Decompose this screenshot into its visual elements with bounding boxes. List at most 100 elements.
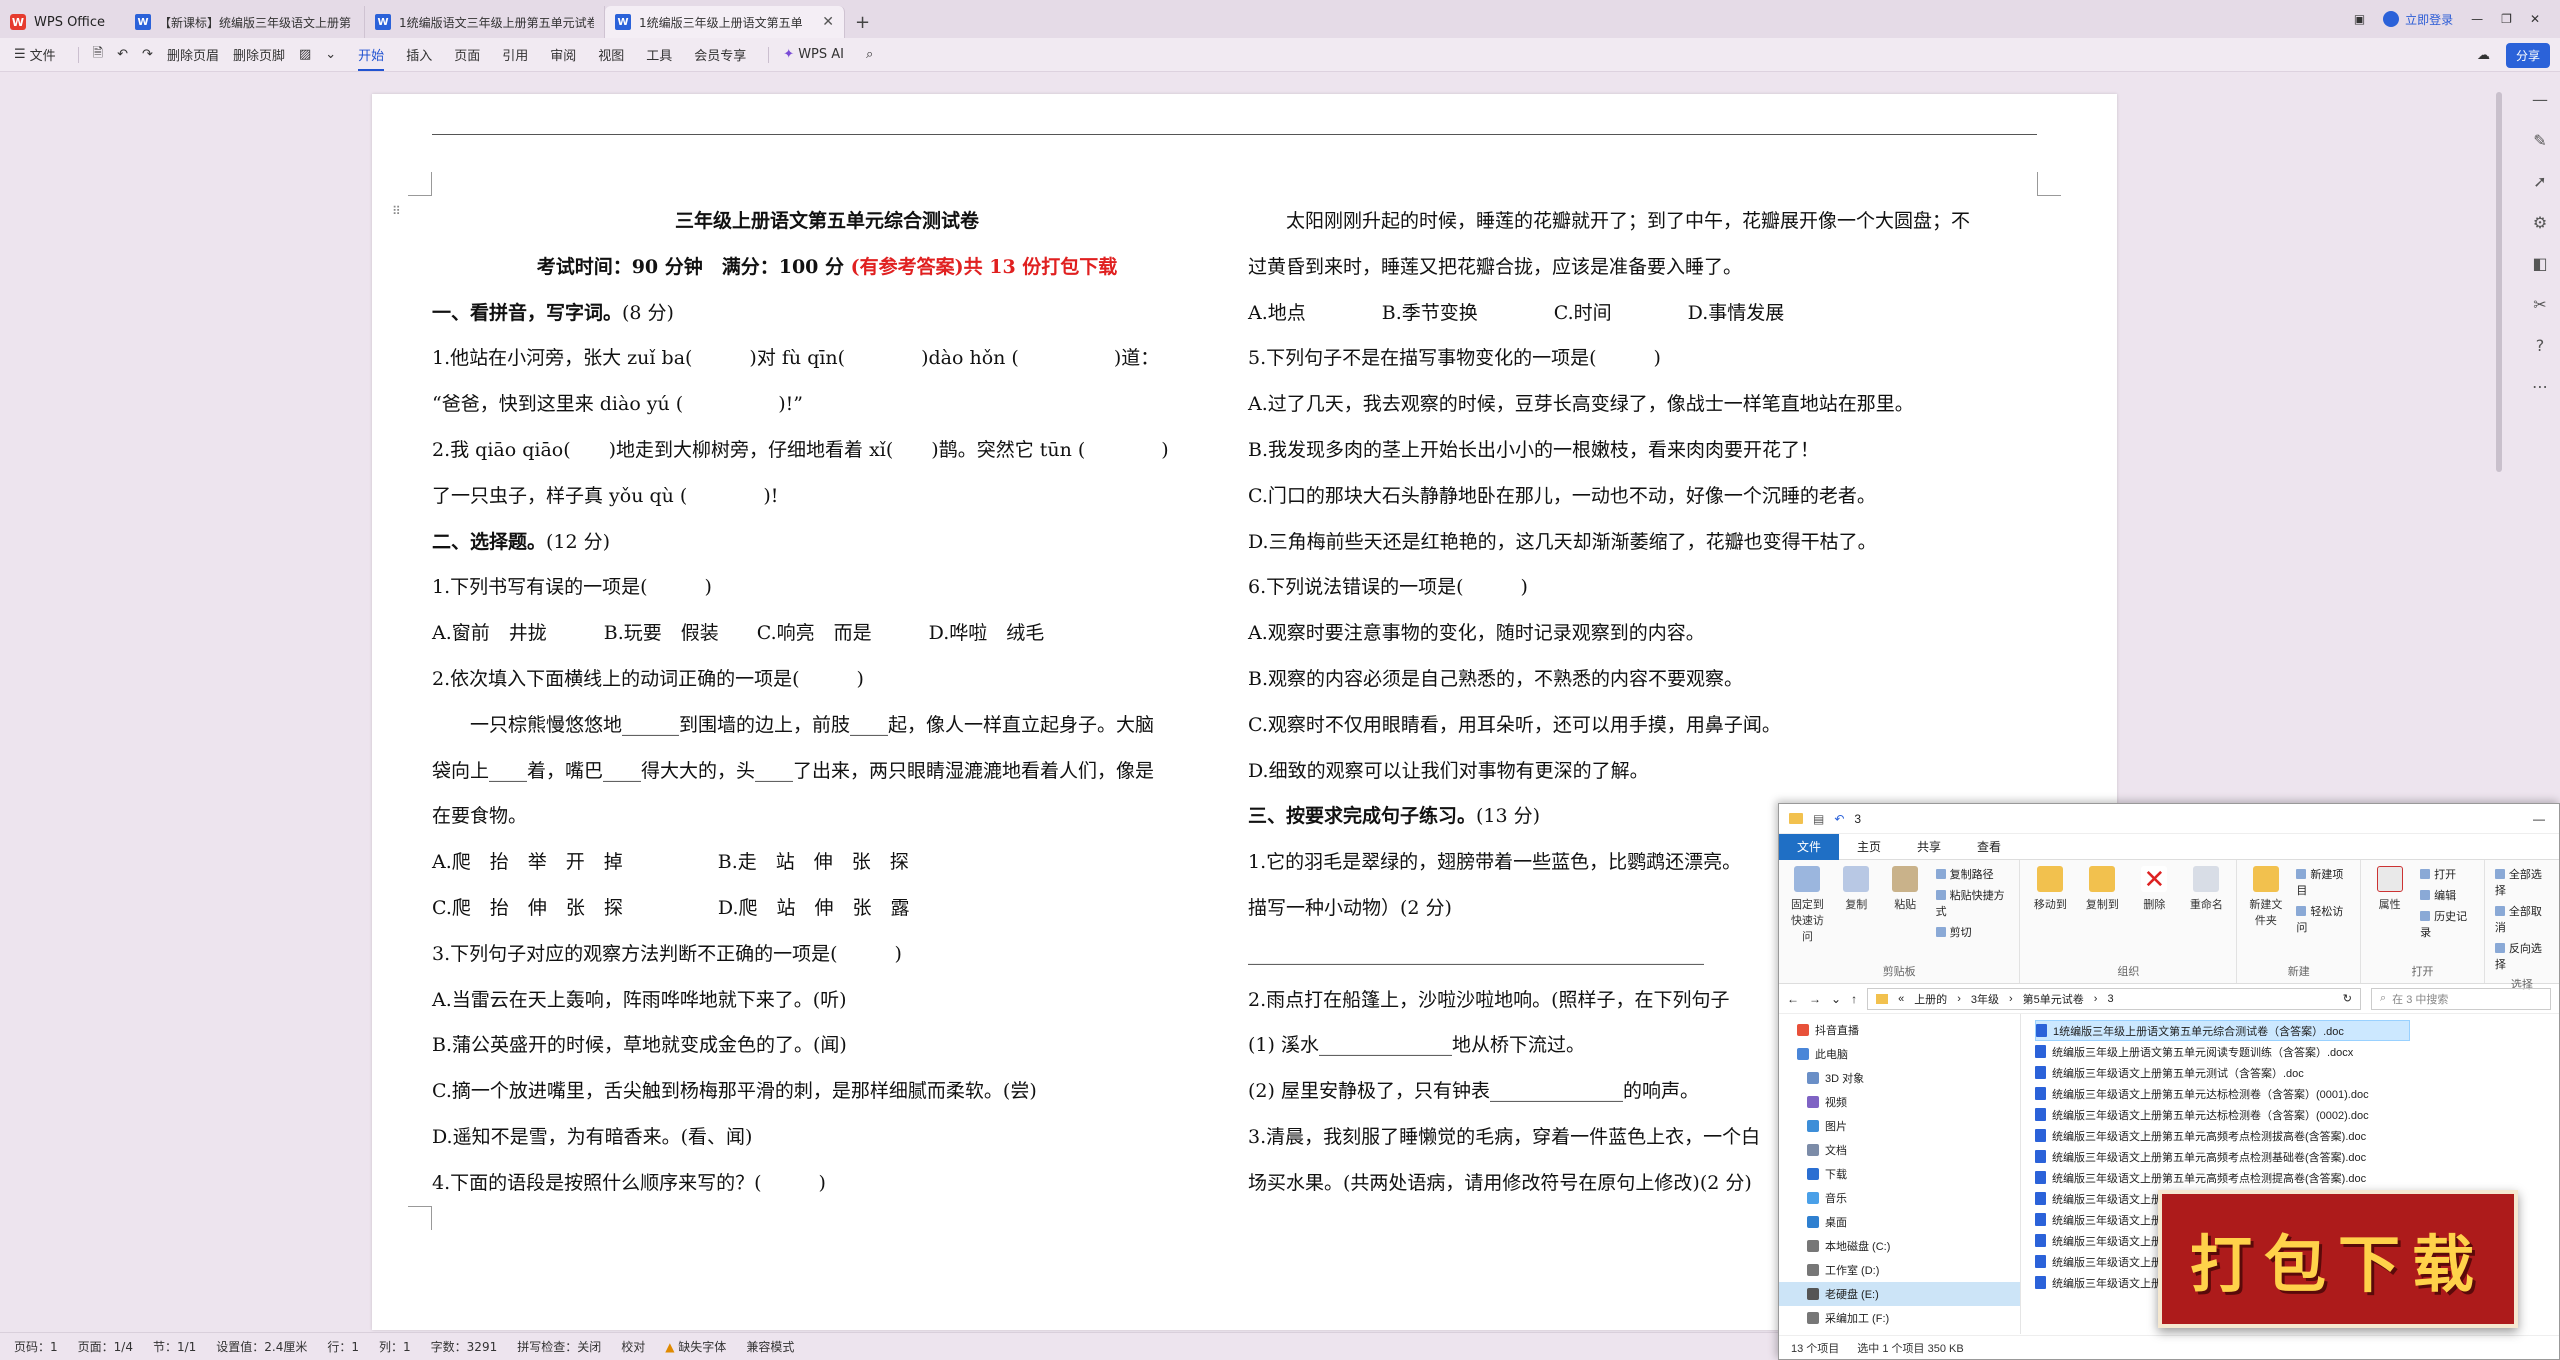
status-spell-check[interactable]: 拼写检查：关闭 [517,1338,601,1355]
search-icon[interactable]: ⌕ [866,47,873,62]
save-icon[interactable]: 🗎 [93,44,103,66]
copy-path-button[interactable]: 复制路径 [1936,866,2010,882]
move-to-button[interactable]: 移动到 [2030,866,2070,912]
status-pages[interactable]: 页面：1/4 [78,1338,133,1355]
file-item[interactable]: 统编版三年级语文上册第五单元测试（含答案）.doc [2035,1062,2559,1083]
nav-item[interactable]: 文档 [1779,1138,2020,1162]
breadcrumb-item[interactable]: 3年级 [1971,991,1999,1007]
explorer-tab-file[interactable]: 文件 [1779,833,1840,860]
file-item[interactable]: 统编版三年级语文上册第五单元高频考点检测基础卷(含答案).doc [2035,1146,2559,1167]
file-menu[interactable]: ☰ 文件 [14,45,56,64]
login-button[interactable]: 立即登录 [2383,11,2453,28]
rename-button[interactable]: 重命名 [2186,866,2226,912]
share-button[interactable]: 分享 [2505,43,2550,68]
new-folder-button[interactable]: 新建文件夹 [2247,866,2284,935]
doc-tab-3-active[interactable]: W 1统编版三年级上册语文第五单 ✕ [605,6,845,38]
redo-icon[interactable]: ↷ [142,47,153,62]
select-all-button[interactable]: 全部选择 [2495,866,2549,898]
explorer-tab-share[interactable]: 共享 [1899,834,1959,860]
status-proof[interactable]: 校对 [621,1338,645,1355]
tab-view[interactable]: 视图 [598,45,624,64]
nav-item[interactable]: 桌面 [1779,1210,2020,1234]
status-word-count[interactable]: 字数：3291 [431,1338,498,1355]
undo-icon[interactable]: ↶ [1834,812,1844,826]
copy-button[interactable]: 复制 [1838,866,1875,944]
tab-reference[interactable]: 引用 [502,45,528,64]
up-icon[interactable]: ↑ [1851,992,1857,1006]
back-icon[interactable]: ← [1787,992,1799,1006]
style-icon[interactable]: ◧ [2532,254,2547,273]
delete-footer-button[interactable]: 删除页脚 [233,45,285,64]
settings-icon[interactable]: ⚙ [2533,213,2547,232]
paste-shortcut-button[interactable]: 粘贴快捷方式 [1936,887,2010,919]
close-icon[interactable]: ✕ [822,14,834,30]
file-item[interactable]: 统编版三年级语文上册第五单元达标检测卷（含答案）(0002).doc [2035,1104,2559,1125]
chevron-down-icon[interactable]: ⌄ [325,47,336,62]
cut-button[interactable]: 剪切 [1936,924,2010,940]
history-button[interactable]: 历史记录 [2420,908,2474,940]
pen-icon[interactable]: ✎ [2533,131,2546,150]
tools-icon[interactable]: ✂ [2533,295,2546,314]
delete-button[interactable]: ✕ 删除 [2134,866,2174,912]
wps-home-tab[interactable]: W WPS Office [0,6,125,38]
nav-item[interactable]: 音乐 [1779,1186,2020,1210]
explorer-tab-home[interactable]: 主页 [1839,834,1899,860]
properties-button[interactable]: 属性 [2371,866,2408,940]
image-icon[interactable]: ▨ [299,47,311,62]
refresh-icon[interactable]: ↻ [2343,992,2352,1005]
doc-tab-1[interactable]: W 【新课标】统编版三年级语文上册第 [125,6,365,38]
forward-icon[interactable]: → [1809,992,1821,1006]
breadcrumb-item[interactable]: 第5单元试卷 [2023,991,2084,1007]
pin-quick-access-button[interactable]: 固定到快速访问 [1789,866,1826,944]
new-tab-button[interactable]: + [845,6,880,38]
explorer-search-input[interactable]: ⌕ 在 3 中搜索 [2371,987,2551,1010]
file-item[interactable]: 统编版三年级上册语文第五单元阅读专题训练（含答案）.docx [2035,1041,2559,1062]
undo-icon[interactable]: ↶ [117,47,128,62]
tab-page[interactable]: 页面 [454,45,480,64]
address-bar[interactable]: « 上册的 › 3年级 › 第5单元试卷 › 3 ↻ [1867,987,2361,1010]
wps-ai-button[interactable]: ✦ WPS AI [783,47,844,62]
scroll-thumb[interactable] [2496,92,2502,472]
close-window-icon[interactable]: ✕ [2530,12,2540,26]
nav-item[interactable]: 此电脑 [1779,1042,2020,1066]
edit-button[interactable]: 编辑 [2420,887,2474,903]
status-missing-font[interactable]: ▲ 缺失字体 [665,1338,726,1355]
minimize-icon[interactable]: — [2533,812,2545,826]
tab-insert[interactable]: 插入 [406,45,432,64]
file-item[interactable]: 1统编版三年级上册语文第五单元综合测试卷（含答案）.doc [2035,1020,2410,1041]
layout-icon[interactable]: ▣ [2354,12,2365,26]
minimize-icon[interactable]: — [2471,12,2483,26]
help-icon[interactable]: ? [2536,336,2545,355]
maximize-icon[interactable]: ❐ [2501,12,2512,26]
nav-item[interactable]: 图片 [1779,1114,2020,1138]
tab-home[interactable]: 开始 [358,45,385,71]
nav-item[interactable]: 采编加工 (F:) [1779,1306,2020,1330]
nav-item[interactable]: 工作室 (D:) [1779,1258,2020,1282]
breadcrumb-item[interactable]: 上册的 [1914,991,1947,1007]
easy-access-button[interactable]: 轻松访问 [2296,903,2350,935]
invert-selection-button[interactable]: 反向选择 [2495,940,2549,972]
nav-item[interactable]: 本地磁盘 (C:) [1779,1234,2020,1258]
nav-item[interactable]: 老硬盘 (E:) [1779,1282,2020,1306]
file-item[interactable]: 统编版三年级语文上册第五单元达标检测卷（含答案）(0001).doc [2035,1083,2559,1104]
file-item[interactable]: 统编版三年级语文上册第五单元高频考点检测提高卷(含答案).doc [2035,1167,2559,1188]
chevron-down-icon[interactable]: ⌄ [1831,992,1841,1006]
nav-item[interactable]: 下载 [1779,1162,2020,1186]
explorer-tab-view[interactable]: 查看 [1959,834,2019,860]
file-item[interactable]: 统编版三年级语文上册第五单元高频考点检测拔高卷(含答案).doc [2035,1125,2559,1146]
drag-handle-icon[interactable]: ⠿ [392,204,401,218]
cloud-sync-icon[interactable]: ☁ [2477,48,2490,63]
quick-access-icon[interactable]: ▤ [1813,812,1824,826]
open-button[interactable]: 打开 [2420,866,2474,882]
nav-item[interactable]: 抖音直播 [1779,1018,2020,1042]
nav-item[interactable]: 3D 对象 [1779,1066,2020,1090]
download-badge[interactable]: 打包下载 [2158,1190,2518,1328]
copy-to-button[interactable]: 复制到 [2082,866,2122,912]
doc-tab-2[interactable]: W 1统编版语文三年级上册第五单元试卷 [365,6,605,38]
tab-review[interactable]: 审阅 [550,45,576,64]
breadcrumb-item[interactable]: 3 [2107,993,2113,1005]
pointer-icon[interactable]: ➚ [2533,172,2546,191]
select-none-button[interactable]: 全部取消 [2495,903,2549,935]
new-item-button[interactable]: 新建项目 [2296,866,2350,898]
more-icon[interactable]: ⋯ [2532,377,2548,396]
